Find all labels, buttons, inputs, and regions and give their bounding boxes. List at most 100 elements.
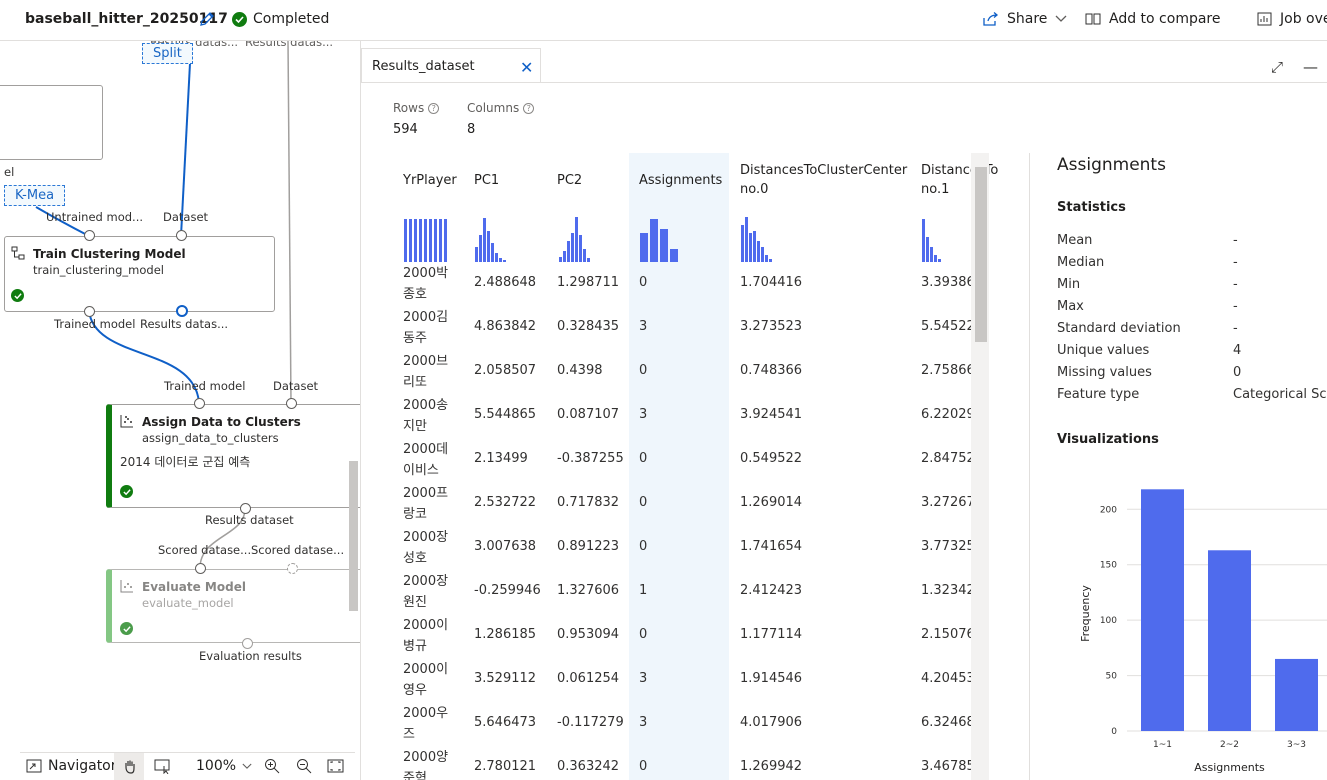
evaluate-input-port-2[interactable] xyxy=(287,563,298,574)
cell-pc2: 0.087107 xyxy=(557,407,620,422)
cell-pc2: 0.717832 xyxy=(557,495,620,510)
cell-assignment: 0 xyxy=(639,495,648,510)
y-tick-label: 0 xyxy=(1111,727,1117,737)
share-button[interactable]: Share xyxy=(983,11,1067,27)
cell-yrplayer: 2000브 리또 xyxy=(403,354,449,390)
cell-pc1: 1.286185 xyxy=(474,627,537,642)
header-bar: baseball_hitter_20250117 Completed Share… xyxy=(0,0,1327,41)
evaluate-model-module[interactable]: Evaluate Model evaluate_model xyxy=(106,569,360,643)
cell-pc2: 0.328435 xyxy=(557,319,620,334)
column-header-distance-0[interactable]: DistancesToClusterCenter no.0 xyxy=(740,161,907,199)
tab-results-dataset[interactable]: Results_dataset ✕ xyxy=(361,48,541,82)
expand-icon[interactable]: ⤢ xyxy=(1271,58,1283,76)
assign-clusters-module[interactable]: Assign Data to Clusters assign_data_to_c… xyxy=(106,404,360,508)
info-icon[interactable]: ? xyxy=(428,102,440,114)
stat-label: Max xyxy=(1057,299,1084,314)
cell-pc1: 3.007638 xyxy=(474,539,537,554)
cell-assignment: 0 xyxy=(639,627,648,642)
evaluate-input-port[interactable] xyxy=(195,563,206,574)
share-label: Share xyxy=(1007,11,1048,27)
cell-distance-0: 0.549522 xyxy=(740,451,803,466)
hand-icon[interactable] xyxy=(122,758,138,774)
columns-value: 8 xyxy=(467,122,476,137)
statistics-heading: Statistics xyxy=(1057,200,1126,215)
assign-model-port[interactable] xyxy=(194,398,205,409)
select-tool-icon[interactable] xyxy=(154,758,172,774)
cell-pc2: -0.117279 xyxy=(557,715,624,730)
canvas-scrollbar[interactable] xyxy=(349,461,358,611)
column-header-assignments[interactable]: Assignments xyxy=(639,171,722,190)
train-output-port[interactable] xyxy=(84,306,95,317)
y-tick-label: 200 xyxy=(1100,505,1117,515)
navigator-button[interactable]: Navigator xyxy=(26,758,117,774)
rows-value: 594 xyxy=(393,122,418,137)
pipeline-canvas[interactable]: Results datas... Results datas... Split … xyxy=(0,41,360,780)
visualizations-heading: Visualizations xyxy=(1057,432,1159,447)
fit-to-screen-icon[interactable] xyxy=(327,758,344,774)
job-overview-button[interactable]: Job ove xyxy=(1257,11,1327,27)
close-icon[interactable]: ✕ xyxy=(520,58,533,77)
results-table: YrPlayer PC1 PC2 Assignments DistancesTo… xyxy=(393,153,999,780)
cell-pc1: 2.780121 xyxy=(474,759,537,774)
navigator-icon xyxy=(26,759,42,773)
success-check-icon xyxy=(120,485,133,498)
x-tick-label: 1~1 xyxy=(1153,740,1172,750)
tab-divider xyxy=(361,82,1327,83)
cell-pc2: -0.387255 xyxy=(557,451,624,466)
column-header-pc2[interactable]: PC2 xyxy=(557,171,582,190)
bar-2~2 xyxy=(1208,550,1251,731)
info-icon[interactable]: ? xyxy=(523,102,535,114)
column-header-yrplayer[interactable]: YrPlayer xyxy=(403,171,457,190)
results-panel: Results_dataset ✕ ⤢ — Rows ? 594 Columns… xyxy=(360,41,1327,780)
cell-distance-0: 1.914546 xyxy=(740,671,803,686)
kmeans-port-label: el xyxy=(4,165,15,179)
assign-model-port-label: Trained model xyxy=(164,379,246,393)
kmeans-module-box[interactable] xyxy=(0,85,103,160)
add-to-compare-button[interactable]: Add to compare xyxy=(1085,11,1221,27)
table-scrollbar-thumb[interactable] xyxy=(975,167,987,342)
stat-value: - xyxy=(1233,299,1238,314)
cell-assignment: 1 xyxy=(639,583,648,598)
train-results-port[interactable] xyxy=(176,305,188,317)
cell-pc1: 2.488648 xyxy=(474,275,537,290)
evaluate-output-port[interactable] xyxy=(242,638,253,649)
cell-yrplayer: 2000송 지만 xyxy=(403,398,449,434)
zoom-out-icon[interactable] xyxy=(296,758,312,774)
train-input-port[interactable] xyxy=(84,230,95,241)
train-dataset-port[interactable] xyxy=(176,230,187,241)
evaluate-module-title: Evaluate Model xyxy=(142,580,246,594)
cell-distance-0: 3.924541 xyxy=(740,407,803,422)
y-tick-label: 150 xyxy=(1100,561,1117,571)
cell-yrplayer: 2000장 성호 xyxy=(403,530,449,566)
run-title: baseball_hitter_20250117 xyxy=(25,11,228,27)
stats-title: Assignments xyxy=(1057,155,1166,175)
zoom-level-select[interactable]: 100% xyxy=(196,758,252,774)
columns-label: Columns ? xyxy=(467,101,535,115)
x-tick-label: 3~3 xyxy=(1287,740,1306,750)
stat-label: Unique values xyxy=(1057,343,1150,358)
column-histograms xyxy=(404,217,941,262)
trained-model-port-label: Trained model xyxy=(54,317,136,331)
assign-dataset-port[interactable] xyxy=(286,398,297,409)
y-axis-label: Frequency xyxy=(1079,585,1092,642)
scatter-icon xyxy=(120,415,133,428)
zoom-in-icon[interactable] xyxy=(264,758,280,774)
evaluation-results-port-label: Evaluation results xyxy=(199,649,302,663)
split-node[interactable]: Split xyxy=(142,43,193,64)
cell-pc1: 2.13499 xyxy=(474,451,528,466)
y-tick-label: 50 xyxy=(1106,672,1118,682)
pencil-icon[interactable] xyxy=(199,11,215,27)
cell-distance-0: 2.412423 xyxy=(740,583,803,598)
stat-label: Mean xyxy=(1057,233,1093,248)
x-tick-label: 2~2 xyxy=(1220,740,1239,750)
column-header-pc1[interactable]: PC1 xyxy=(474,171,499,190)
stat-label: Median xyxy=(1057,255,1105,270)
cell-yrplayer: 2000이 영우 xyxy=(403,662,449,698)
train-clustering-module[interactable]: Train Clustering Model train_clustering_… xyxy=(4,236,275,312)
cell-pc2: 1.298711 xyxy=(557,275,620,290)
bar-3~3 xyxy=(1275,658,1318,731)
minimize-icon[interactable]: — xyxy=(1303,58,1318,76)
kmeans-node[interactable]: K-Mea xyxy=(4,185,66,206)
cell-distance-0: 1.269014 xyxy=(740,495,803,510)
cell-assignment: 0 xyxy=(639,539,648,554)
